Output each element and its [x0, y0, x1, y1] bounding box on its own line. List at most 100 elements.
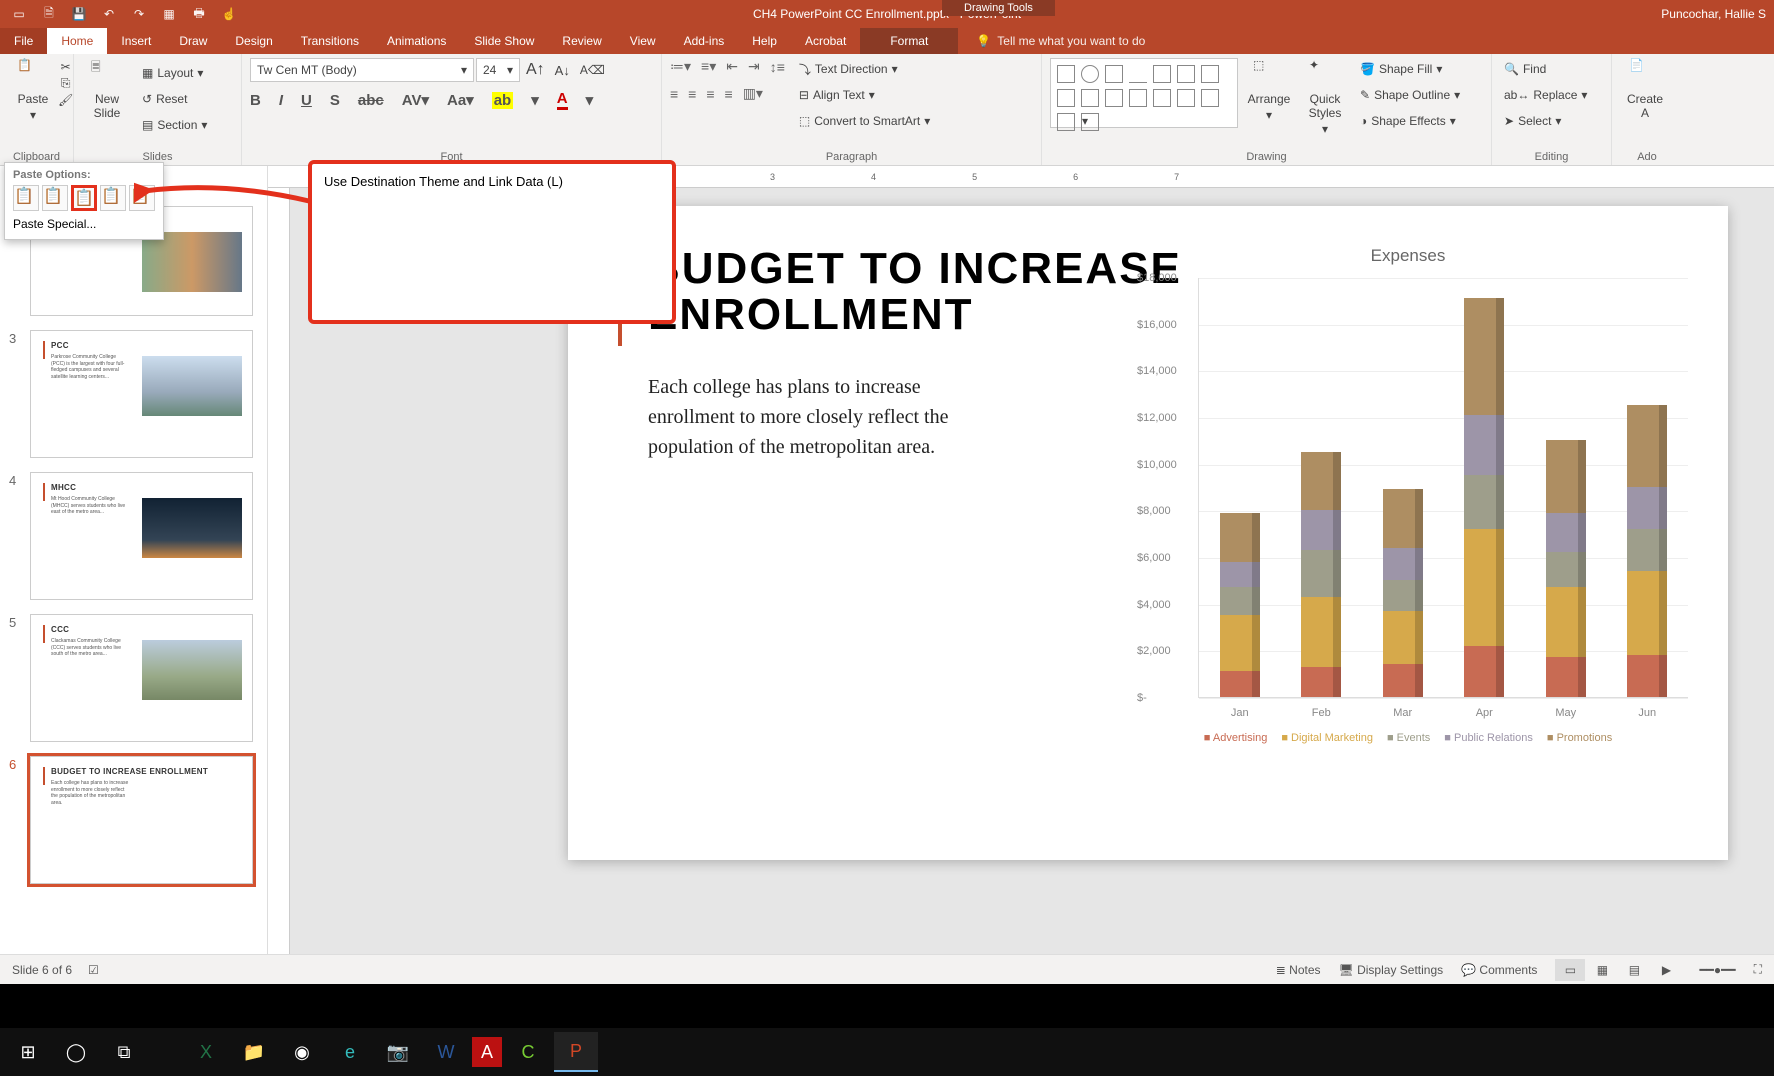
qat-save-icon[interactable]: 💾 [66, 2, 92, 26]
shapes-gallery[interactable]: ▾ [1050, 58, 1238, 128]
cut-icon[interactable]: ✂ [61, 60, 71, 74]
align-center-button[interactable]: ≡ [688, 86, 696, 102]
qat-print-icon[interactable]: 🖶 [186, 2, 212, 26]
italic-button[interactable]: I [279, 92, 283, 109]
slide-thumb[interactable]: 5 CCC Clackamas Community College (CCC) … [30, 614, 253, 742]
tab-help[interactable]: Help [738, 28, 791, 54]
find-button[interactable]: 🔍Find [1500, 58, 1603, 80]
replace-button[interactable]: ab↔Replace ▾ [1500, 84, 1603, 106]
indent-dec-button[interactable]: ⇤ [726, 58, 738, 75]
decrease-font-icon[interactable]: A↓ [551, 59, 574, 81]
powerpoint-icon[interactable]: P [554, 1032, 598, 1072]
align-right-button[interactable]: ≡ [706, 86, 714, 102]
smartart-button[interactable]: ⬚Convert to SmartArt ▾ [795, 110, 934, 132]
section-button[interactable]: ▤Section ▾ [138, 114, 211, 136]
word-icon[interactable]: W [424, 1032, 468, 1072]
bullets-button[interactable]: ≔▾ [670, 58, 691, 75]
slide-thumb[interactable]: 3 PCC Parkrose Community College (PCC) i… [30, 330, 253, 458]
slide-body-text[interactable]: Each college has plans to increase enrol… [648, 372, 978, 462]
strike-button[interactable]: abc [358, 92, 384, 109]
font-name-combo[interactable]: Tw Cen MT (Body)▾ [250, 58, 474, 82]
increase-font-icon[interactable]: A↑ [522, 59, 549, 81]
justify-button[interactable]: ≡ [725, 86, 733, 102]
tab-addins[interactable]: Add-ins [670, 28, 739, 54]
task-view-button[interactable]: ⧉ [102, 1032, 146, 1072]
reading-view-button[interactable]: ▤ [1619, 959, 1649, 981]
tab-format[interactable]: Format [876, 28, 942, 54]
qat-home-icon[interactable]: ▭ [6, 2, 32, 26]
quick-styles-button[interactable]: ✦Quick Styles▾ [1300, 58, 1350, 136]
font-color-button[interactable]: A [557, 90, 568, 110]
expenses-chart[interactable]: Expenses $-$2,000$4,000$6,000$8,000$10,0… [1128, 246, 1688, 766]
reset-button[interactable]: ↺Reset [138, 88, 211, 110]
shape-outline-button[interactable]: ✎Shape Outline ▾ [1356, 84, 1464, 106]
acrobat-icon[interactable]: A [472, 1037, 502, 1067]
create-pdf-button[interactable]: 📄Create A [1620, 58, 1670, 120]
zoom-slider[interactable]: ━━●━━ [1699, 963, 1735, 977]
sorter-view-button[interactable]: ▦ [1587, 959, 1617, 981]
qat-new-icon[interactable]: 🗎 [36, 2, 62, 26]
tab-animations[interactable]: Animations [373, 28, 460, 54]
change-case-button[interactable]: Aa▾ [447, 91, 474, 109]
file-explorer-icon[interactable]: 📁 [232, 1032, 276, 1072]
tab-home[interactable]: Home [47, 28, 107, 54]
tab-insert[interactable]: Insert [107, 28, 165, 54]
tab-view[interactable]: View [616, 28, 670, 54]
align-left-button[interactable]: ≡ [670, 86, 678, 102]
qat-undo-icon[interactable]: ↶ [96, 2, 122, 26]
camera-icon[interactable]: 📷 [376, 1032, 420, 1072]
qat-touch-icon[interactable]: ☝ [216, 2, 242, 26]
excel-icon[interactable]: X [184, 1032, 228, 1072]
shape-fill-button[interactable]: 🪣Shape Fill ▾ [1356, 58, 1464, 80]
display-settings-button[interactable]: 🖥 Display Settings [1339, 963, 1444, 977]
tab-transitions[interactable]: Transitions [287, 28, 373, 54]
numbering-button[interactable]: ≡▾ [701, 58, 716, 75]
paste-option-1[interactable]: 📋 [13, 185, 39, 211]
cortana-button[interactable]: ◯ [54, 1032, 98, 1072]
clear-format-icon[interactable]: A⌫ [576, 59, 609, 81]
line-spacing-button[interactable]: ↕≡ [770, 59, 785, 75]
new-slide-button[interactable]: 🗏 New Slide [82, 58, 132, 120]
tab-review[interactable]: Review [548, 28, 615, 54]
tab-file[interactable]: File [0, 28, 47, 54]
highlight-button[interactable]: ab [492, 92, 514, 109]
slide-thumb-current[interactable]: 6 BUDGET TO INCREASE ENROLLMENT Each col… [30, 756, 253, 884]
fit-window-button[interactable]: ⛶ [1754, 962, 1762, 977]
slideshow-view-button[interactable]: ▶ [1651, 959, 1681, 981]
paste-special-menu[interactable]: Paste Special... [13, 217, 155, 231]
camtasia-icon[interactable]: C [506, 1032, 550, 1072]
tab-acrobat[interactable]: Acrobat [791, 28, 860, 54]
chrome-icon[interactable]: ◉ [280, 1032, 324, 1072]
paste-option-4[interactable]: 📋 [100, 185, 126, 211]
qat-slideshow-icon[interactable]: ▦ [156, 2, 182, 26]
comments-button[interactable]: 💬 Comments [1461, 963, 1537, 977]
char-spacing-button[interactable]: AV▾ [402, 91, 429, 109]
align-text-button[interactable]: ⊟Align Text ▾ [795, 84, 934, 106]
paste-option-link-data[interactable]: 📋 [71, 185, 97, 211]
tab-draw[interactable]: Draw [165, 28, 221, 54]
text-direction-button[interactable]: ⤵Text Direction ▾ [795, 58, 934, 80]
tell-me[interactable]: 💡 Tell me what you want to do [976, 34, 1145, 54]
start-button[interactable]: ⊞ [6, 1032, 50, 1072]
qat-redo-icon[interactable]: ↷ [126, 2, 152, 26]
paste-option-2[interactable]: 📋 [42, 185, 68, 211]
copy-icon[interactable]: ⎘ [61, 76, 71, 91]
columns-button[interactable]: ▥▾ [743, 85, 763, 102]
slide-thumb[interactable]: 4 MHCC Mt Hood Community College (MHCC) … [30, 472, 253, 600]
tab-design[interactable]: Design [221, 28, 286, 54]
spell-check-icon[interactable]: ☑ [88, 963, 99, 977]
font-size-combo[interactable]: 24▾ [476, 58, 520, 82]
layout-button[interactable]: ▦Layout ▾ [138, 62, 211, 84]
underline-button[interactable]: U [301, 92, 312, 109]
shadow-button[interactable]: S [330, 92, 340, 109]
tab-slideshow[interactable]: Slide Show [460, 28, 548, 54]
normal-view-button[interactable]: ▭ [1555, 959, 1585, 981]
slide[interactable]: BUDGET TO INCREASE ENROLLMENT Each colle… [568, 206, 1728, 860]
format-painter-icon[interactable]: 🖌 [58, 93, 73, 107]
ie-icon[interactable]: e [328, 1032, 372, 1072]
indent-inc-button[interactable]: ⇥ [748, 58, 760, 75]
paste-button[interactable]: 📋 Paste ▾ [8, 58, 58, 122]
select-button[interactable]: ➤Select ▾ [1500, 110, 1603, 132]
notes-button[interactable]: ≣ Notes [1276, 963, 1321, 977]
bold-button[interactable]: B [250, 92, 261, 109]
